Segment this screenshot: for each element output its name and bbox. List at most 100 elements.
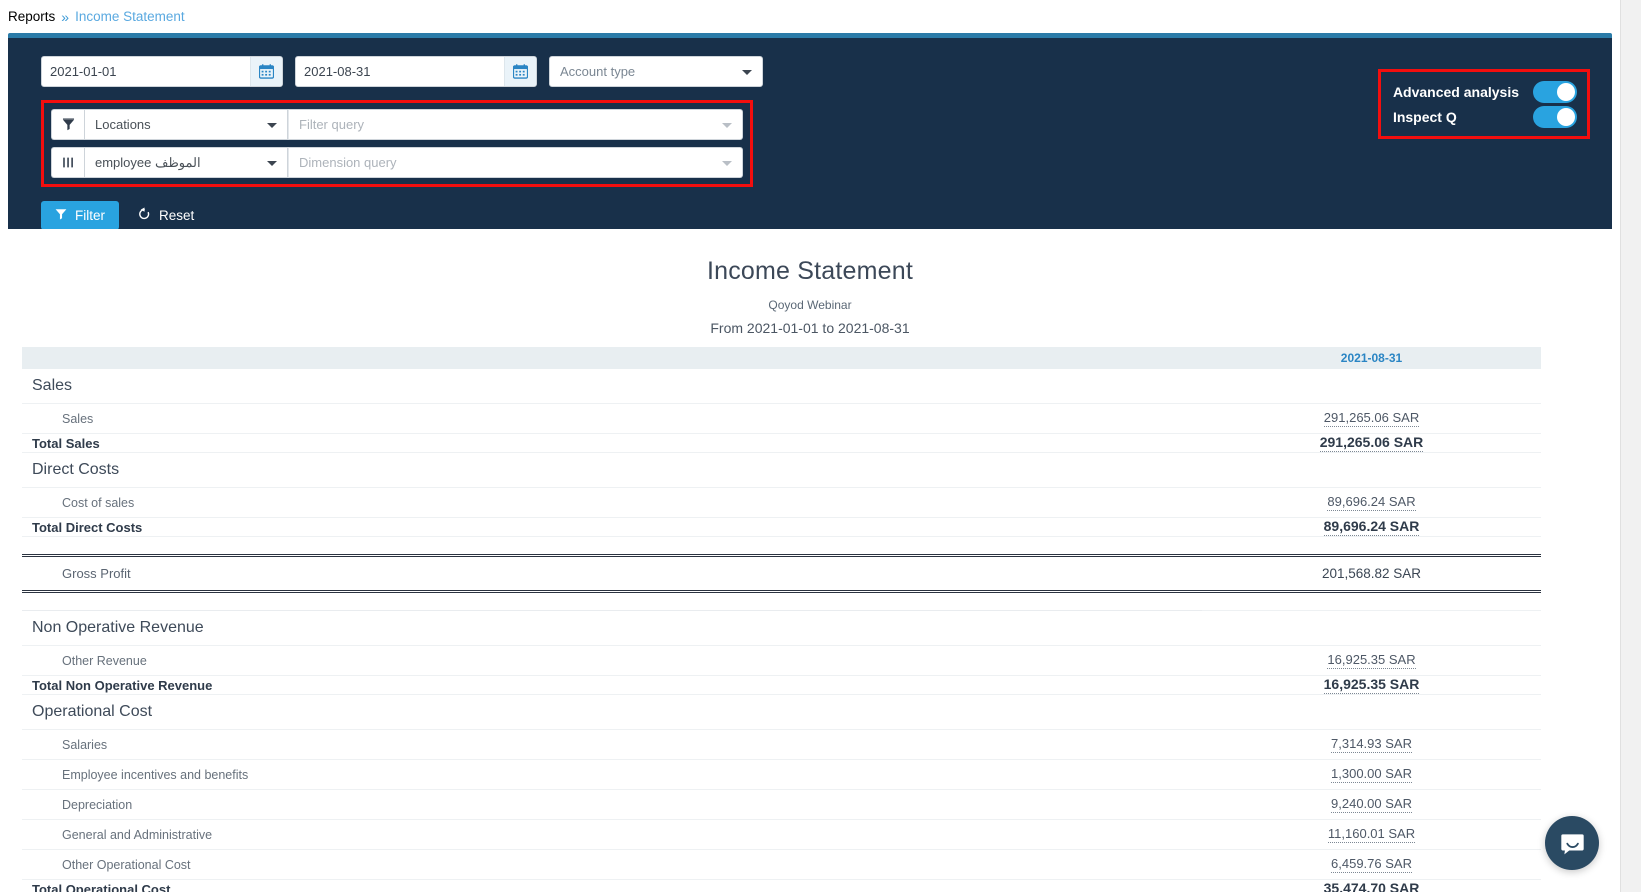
dimension-select-employee-value: employee الموظف bbox=[95, 155, 201, 171]
row-amount[interactable]: 89,696.24 SAR bbox=[1324, 518, 1420, 536]
row-label: Direct Costs bbox=[22, 453, 1202, 488]
undo-arrow-icon bbox=[137, 207, 151, 224]
page-scrollbar[interactable] bbox=[1620, 0, 1641, 892]
reset-button[interactable]: Reset bbox=[127, 201, 204, 230]
dimension-select-locations[interactable]: Locations bbox=[84, 109, 288, 140]
table-row: Other Operational Cost 6,459.76 SAR bbox=[22, 850, 1541, 880]
table-row: Direct Costs bbox=[22, 453, 1541, 488]
table-header-period: 2021-08-31 bbox=[1202, 347, 1541, 369]
row-label: Sales bbox=[22, 404, 1202, 434]
filter-button[interactable]: Filter bbox=[41, 201, 119, 230]
calendar-icon-from[interactable] bbox=[250, 57, 282, 86]
row-value bbox=[1202, 369, 1541, 404]
account-type-select[interactable]: Account type bbox=[549, 56, 763, 87]
table-body: SalesSales 291,265.06 SAR Total Sales 291,2… bbox=[22, 369, 1541, 892]
breadcrumb-current[interactable]: Income Statement bbox=[75, 9, 185, 24]
report-body: Income Statement Qoyod Webinar From 2021… bbox=[0, 229, 1620, 892]
table-header-label bbox=[22, 347, 1202, 369]
advanced-analysis-switch[interactable] bbox=[1533, 81, 1577, 103]
row-amount[interactable]: 291,265.06 SAR bbox=[1320, 434, 1424, 452]
table-row bbox=[22, 537, 1541, 556]
dimension-query-placeholder: Dimension query bbox=[299, 155, 397, 170]
row-value: 201,568.82 SAR bbox=[1202, 556, 1541, 592]
breadcrumb-separator-icon: » bbox=[61, 9, 69, 25]
company-name: Qoyod Webinar bbox=[0, 298, 1620, 312]
dimension-filter-row-2: employee الموظف Dimension query bbox=[51, 147, 743, 178]
date-to-field[interactable] bbox=[295, 56, 537, 87]
row-label: Cost of sales bbox=[22, 488, 1202, 518]
row-amount[interactable]: 11,160.01 SAR bbox=[1328, 826, 1415, 843]
row-value: 1,300.00 SAR bbox=[1202, 760, 1541, 790]
switch-knob bbox=[1557, 83, 1575, 101]
inspect-q-label: Inspect Q bbox=[1393, 109, 1457, 125]
row-value: 35,474.70 SAR bbox=[1202, 880, 1541, 892]
row-amount[interactable]: 6,459.76 SAR bbox=[1331, 856, 1412, 873]
filter-actions: Filter Reset bbox=[41, 201, 1612, 230]
row-value bbox=[1202, 695, 1541, 730]
dimension-select-employee[interactable]: employee الموظف bbox=[84, 147, 288, 178]
row-label bbox=[22, 592, 1202, 611]
filter-funnel-icon bbox=[51, 109, 84, 140]
row-label: General and Administrative bbox=[22, 820, 1202, 850]
dimension-query-input[interactable]: Dimension query bbox=[288, 147, 743, 178]
date-to-input[interactable] bbox=[296, 57, 504, 86]
row-amount[interactable]: 35,474.70 SAR bbox=[1324, 880, 1420, 892]
table-row: Gross Profit201,568.82 SAR bbox=[22, 556, 1541, 592]
table-row: Cost of sales 89,696.24 SAR bbox=[22, 488, 1541, 518]
row-amount: 201,568.82 SAR bbox=[1322, 566, 1421, 581]
row-amount[interactable]: 9,240.00 SAR bbox=[1331, 796, 1412, 813]
row-label: Sales bbox=[22, 369, 1202, 404]
row-amount[interactable]: 16,925.35 SAR bbox=[1324, 676, 1420, 694]
income-statement-page: Reports » Income Statement bbox=[0, 0, 1641, 892]
calendar-icon-to[interactable] bbox=[504, 57, 536, 86]
table-row: Salaries7,314.93 SAR bbox=[22, 730, 1541, 760]
row-value: 6,459.76 SAR bbox=[1202, 850, 1541, 880]
date-from-field[interactable] bbox=[41, 56, 283, 87]
filter-query-placeholder: Filter query bbox=[299, 117, 364, 132]
row-value: 89,696.24 SAR bbox=[1202, 488, 1541, 518]
income-statement-table: 2021-08-31 SalesSales 291,265.06 SAR Total… bbox=[22, 347, 1541, 892]
row-value: 11,160.01 SAR bbox=[1202, 820, 1541, 850]
filter-button-label: Filter bbox=[75, 208, 105, 223]
row-value: 7,314.93 SAR bbox=[1202, 730, 1541, 760]
advanced-analysis-toggle-row: Advanced analysis bbox=[1393, 79, 1577, 104]
filter-query-input[interactable]: Filter query bbox=[288, 109, 743, 140]
chevron-down-icon bbox=[742, 70, 752, 75]
chevron-down-icon bbox=[722, 123, 732, 128]
row-value: 291,265.06 SAR bbox=[1202, 404, 1541, 434]
chevron-down-icon bbox=[267, 123, 277, 128]
row-label: Non Operative Revenue bbox=[22, 611, 1202, 646]
row-amount[interactable]: 16,925.35 SAR bbox=[1327, 652, 1415, 669]
row-label: Employee incentives and benefits bbox=[22, 760, 1202, 790]
table-row: Total Operational Cost35,474.70 SAR bbox=[22, 880, 1541, 892]
row-value: 89,696.24 SAR bbox=[1202, 518, 1541, 537]
table-row: Sales bbox=[22, 369, 1541, 404]
advanced-analysis-label: Advanced analysis bbox=[1393, 84, 1519, 100]
breadcrumb-root[interactable]: Reports bbox=[8, 9, 55, 24]
chevron-down-icon bbox=[267, 161, 277, 166]
row-value bbox=[1202, 537, 1541, 556]
row-value: 291,265.06 SAR bbox=[1202, 434, 1541, 453]
row-label: Total Non Operative Revenue bbox=[22, 676, 1202, 695]
date-from-input[interactable] bbox=[42, 57, 250, 86]
table-row: Other Revenue 16,925.35 SAR bbox=[22, 646, 1541, 676]
row-amount[interactable]: 291,265.06 SAR bbox=[1324, 410, 1419, 427]
row-label bbox=[22, 537, 1202, 556]
row-label: Other Operational Cost bbox=[22, 850, 1202, 880]
row-value: 16,925.35 SAR bbox=[1202, 646, 1541, 676]
row-amount[interactable]: 7,314.93 SAR bbox=[1331, 736, 1412, 753]
row-label: Operational Cost bbox=[22, 695, 1202, 730]
row-value bbox=[1202, 592, 1541, 611]
dimension-filters-highlight: Locations Filter query bbox=[41, 100, 753, 187]
filter-panel: Account type Locat bbox=[8, 33, 1612, 229]
row-amount[interactable]: 1,300.00 SAR bbox=[1331, 766, 1412, 783]
row-amount[interactable]: 89,696.24 SAR bbox=[1327, 494, 1415, 511]
table-row: Sales 291,265.06 SAR bbox=[22, 404, 1541, 434]
intercom-chat-icon[interactable] bbox=[1545, 816, 1599, 870]
inspect-q-switch[interactable] bbox=[1533, 106, 1577, 128]
row-value bbox=[1202, 611, 1541, 646]
row-label: Total Sales bbox=[22, 434, 1202, 453]
switch-knob bbox=[1557, 108, 1575, 126]
table-row bbox=[22, 592, 1541, 611]
row-label: Other Revenue bbox=[22, 646, 1202, 676]
